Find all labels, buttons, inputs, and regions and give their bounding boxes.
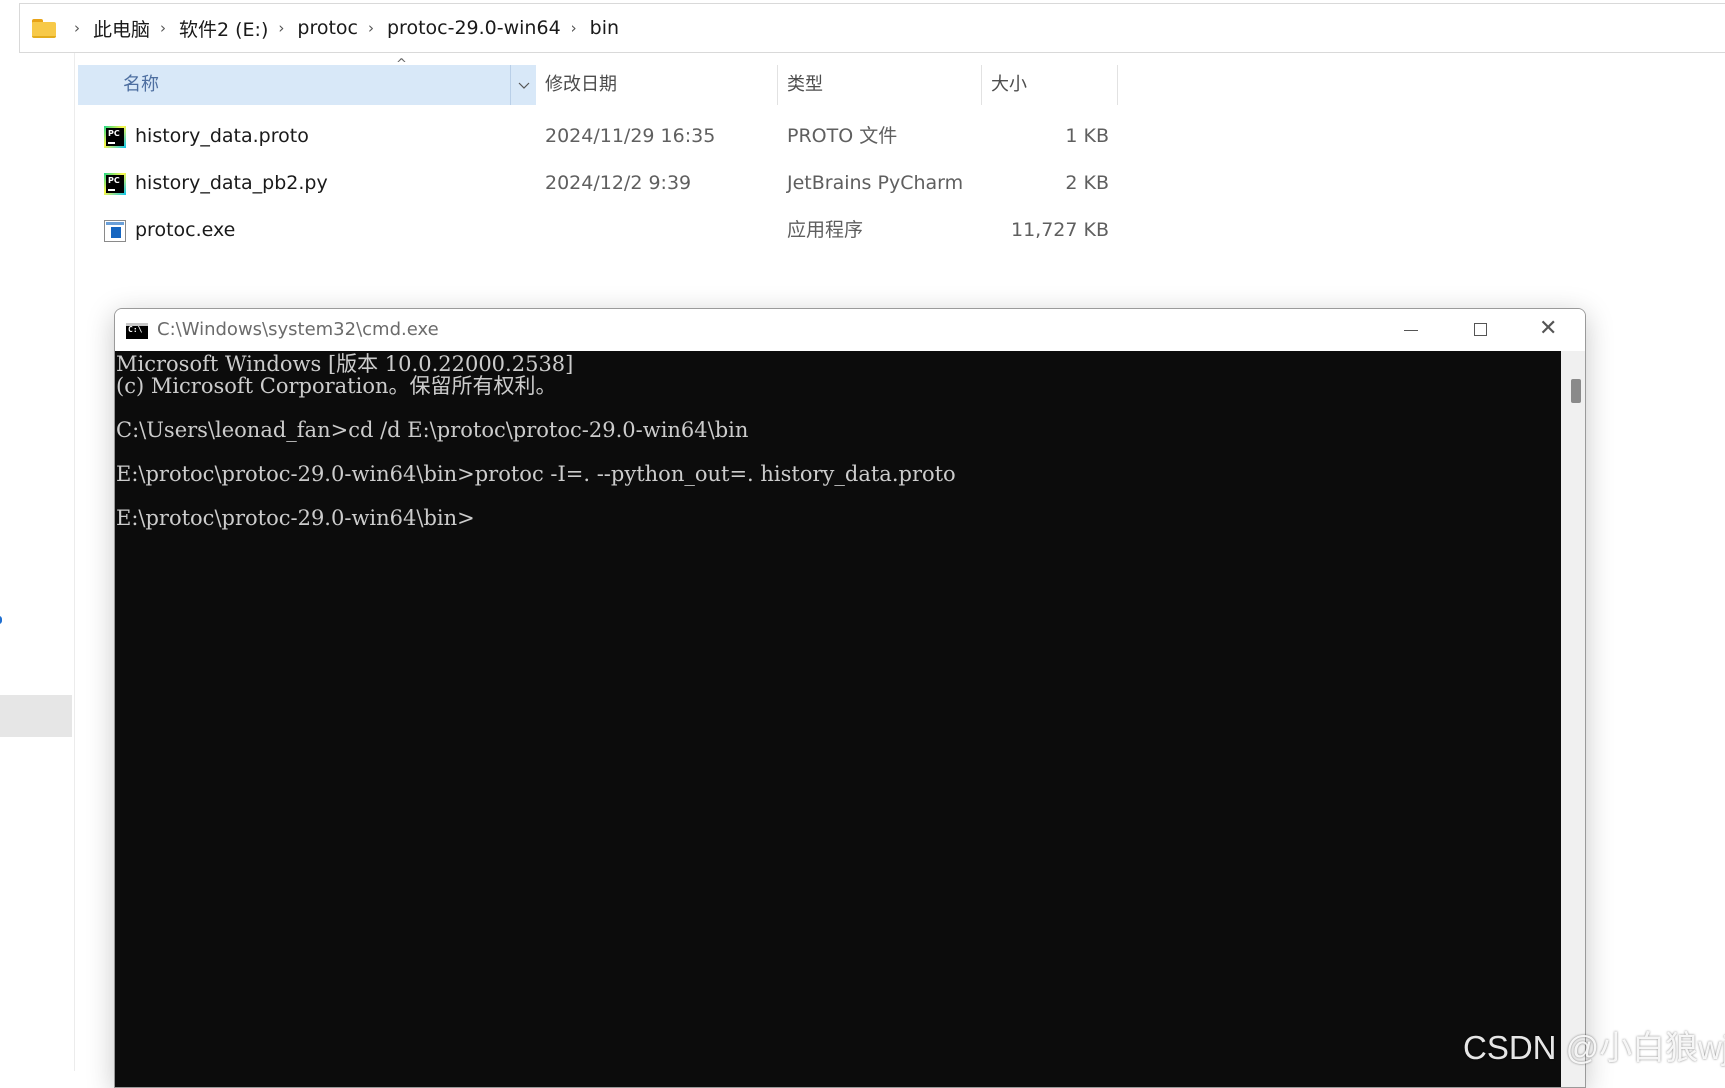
chevron-right-icon[interactable]: ›	[368, 19, 374, 37]
file-type: 应用程序	[787, 219, 864, 241]
console-line: C:\Users\leonad_fan>cd /d E:\protoc\prot…	[116, 418, 749, 442]
file-name: protoc.exe	[135, 219, 236, 241]
address-bar[interactable]: › 此电脑 › 软件2 (E:) › protoc › protoc-29.0-…	[19, 3, 1725, 53]
chevron-right-icon[interactable]: ›	[571, 19, 577, 37]
file-size: 2 KB	[1065, 172, 1109, 194]
file-list-header: 名称 ^ 修改日期 类型 大小	[78, 57, 1118, 105]
breadcrumb-item-this-pc[interactable]: 此电脑	[93, 15, 150, 42]
chevron-down-icon	[518, 82, 530, 89]
console-line: (c) Microsoft Corporation。保留所有权利。	[116, 374, 557, 398]
file-size: 1 KB	[1065, 125, 1109, 147]
pycharm-file-icon	[104, 126, 126, 148]
close-icon: ✕	[1539, 316, 1558, 341]
minimize-icon	[1404, 330, 1418, 331]
exe-app-icon	[104, 220, 126, 242]
sort-ascending-icon: ^	[396, 57, 407, 72]
breadcrumb-item-protoc[interactable]: protoc	[297, 17, 358, 39]
console-line: Microsoft Windows [版本 10.0.22000.2538]	[116, 352, 574, 376]
column-header-type[interactable]: 类型	[778, 65, 982, 105]
column-header-name-label: 名称	[123, 74, 159, 95]
maximize-button[interactable]	[1447, 309, 1515, 351]
folder-icon	[32, 19, 56, 38]
file-name: history_data.proto	[135, 125, 309, 147]
pycharm-file-icon	[104, 173, 126, 195]
breadcrumb-item-protoc-win64[interactable]: protoc-29.0-win64	[387, 17, 561, 39]
file-date: 2024/12/2 9:39	[545, 172, 692, 194]
cmd-app-icon	[126, 323, 148, 339]
file-date: 2024/11/29 16:35	[545, 125, 716, 147]
file-row[interactable]: history_data.proto 2024/11/29 16:35 PROT…	[78, 114, 1118, 158]
file-size: 11,727 KB	[1010, 219, 1109, 241]
watermark: CSDN @小白狼wjj	[1463, 1029, 1725, 1066]
minimize-button[interactable]	[1377, 309, 1445, 351]
chevron-right-icon[interactable]: ›	[278, 19, 284, 37]
cmd-titlebar[interactable]: C:\Windows\system32\cmd.exe ✕	[115, 309, 1585, 351]
cmd-window-title: C:\Windows\system32\cmd.exe	[157, 319, 439, 340]
console-prompt-line: E:\protoc\protoc-29.0-win64\bin>	[116, 506, 475, 530]
maximize-icon	[1474, 323, 1487, 336]
column-header-name[interactable]: 名称 ^	[78, 57, 536, 105]
breadcrumb-item-drive[interactable]: 软件2 (E:)	[179, 15, 268, 42]
navigation-pane-indicator	[0, 616, 2, 624]
cmd-window[interactable]: C:\Windows\system32\cmd.exe ✕ Microsoft …	[114, 308, 1586, 1088]
file-type: PROTO 文件	[787, 125, 898, 147]
file-type: JetBrains PyCharm	[787, 172, 964, 194]
chevron-right-icon[interactable]: ›	[160, 19, 166, 37]
console-line: E:\protoc\protoc-29.0-win64\bin>protoc -…	[116, 462, 956, 486]
file-row[interactable]: history_data_pb2.py 2024/12/2 9:39 JetBr…	[78, 161, 1118, 205]
breadcrumb: › 此电脑 › 软件2 (E:) › protoc › protoc-29.0-…	[64, 4, 619, 52]
close-button[interactable]: ✕	[1515, 309, 1583, 351]
breadcrumb-item-bin[interactable]: bin	[590, 17, 619, 39]
column-filter-dropdown[interactable]	[510, 65, 536, 105]
file-row[interactable]: protoc.exe 应用程序 11,727 KB	[78, 208, 1118, 252]
cmd-scrollbar-thumb[interactable]	[1571, 379, 1581, 403]
chevron-right-icon[interactable]: ›	[74, 19, 80, 37]
file-name: history_data_pb2.py	[135, 172, 328, 194]
column-header-size[interactable]: 大小	[982, 65, 1118, 105]
cmd-console[interactable]: Microsoft Windows [版本 10.0.22000.2538] (…	[115, 351, 1561, 1087]
navigation-pane-divider	[74, 53, 75, 1071]
column-header-date[interactable]: 修改日期	[536, 65, 778, 105]
navigation-pane-selected-item[interactable]	[0, 695, 72, 737]
cmd-scrollbar[interactable]	[1561, 351, 1585, 1087]
